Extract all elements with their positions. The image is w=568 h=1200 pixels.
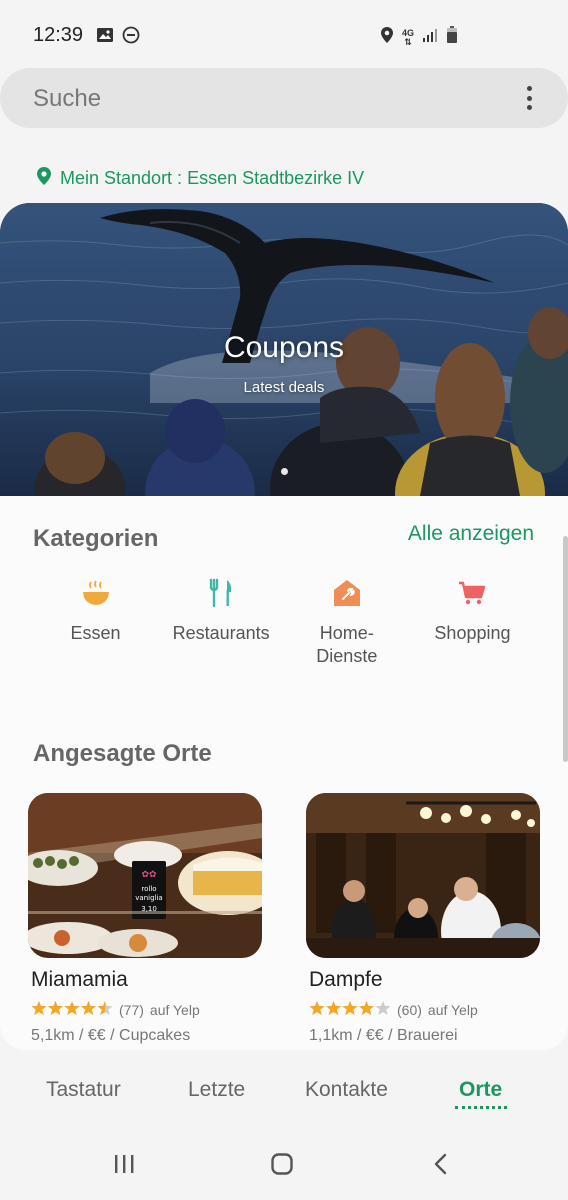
banner-title: Coupons [223, 331, 345, 364]
back-icon[interactable] [430, 1152, 454, 1181]
tab-tastatur[interactable]: Tastatur [46, 1078, 121, 1102]
current-location[interactable]: Mein Standort : Essen Stadtbezirke IV [36, 166, 364, 191]
location-label: Mein Standort : Essen Stadtbezirke IV [60, 168, 365, 188]
place-photo [306, 793, 540, 958]
place-rating: (60) auf Yelp [309, 1000, 540, 1019]
banner-subtitle: Latest deals [243, 379, 325, 396]
star-icon [375, 1001, 391, 1015]
star-icon [359, 1001, 374, 1015]
place-photo: ✿✿ rollo vaniglia 3,10 [28, 793, 262, 958]
see-all-link[interactable]: Alle anzeigen [408, 522, 534, 546]
category-label: Shopping [434, 623, 511, 643]
star-icon [342, 1001, 358, 1015]
search-bar[interactable]: Suche [0, 68, 568, 128]
star-icon [48, 1001, 63, 1015]
banner-page-indicator [281, 468, 288, 475]
fork-knife-icon [208, 576, 234, 610]
star-icon [309, 1001, 325, 1015]
search-input[interactable]: Suche [33, 85, 101, 113]
star-icon [31, 1001, 47, 1015]
status-bar: 12:39 4G ⇅ [0, 0, 568, 70]
home-repair-icon [332, 576, 362, 610]
review-count: (77) [119, 1001, 144, 1018]
do-not-disturb-icon [122, 26, 140, 49]
image-icon [96, 27, 114, 48]
trending-title: Angesagte Orte [33, 740, 212, 767]
home-icon[interactable] [270, 1152, 294, 1181]
scrollbar[interactable] [563, 536, 568, 762]
active-tab-indicator [455, 1106, 507, 1109]
category-shopping[interactable]: Shopping [410, 576, 535, 668]
star-icon [81, 1001, 96, 1015]
svg-text:rollo: rollo [141, 885, 156, 893]
location-pin-icon [36, 166, 52, 191]
place-name: Miamamia [31, 968, 128, 991]
star-rating [31, 1000, 113, 1019]
review-source: auf Yelp [427, 1001, 478, 1018]
signal-icon [422, 27, 438, 48]
status-time: 12:39 [33, 24, 84, 46]
category-essen[interactable]: Essen [33, 576, 158, 668]
content-card: Kategorien Alle anzeigen Essen Restauran… [0, 496, 568, 1050]
system-nav-bar [0, 1130, 568, 1200]
category-label: Essen [70, 623, 121, 643]
tab-letzte[interactable]: Letzte [188, 1078, 245, 1102]
tab-kontakte[interactable]: Kontakte [305, 1078, 388, 1102]
shopping-cart-icon [457, 576, 487, 610]
network-icon: 4G ⇅ [401, 27, 414, 47]
bottom-tabs: Tastatur Letzte Kontakte Orte [0, 1066, 568, 1118]
status-right-icons: 4G ⇅ [380, 26, 458, 49]
star-icon [64, 1001, 80, 1015]
category-label: Restaurants [172, 623, 270, 643]
svg-text:vaniglia: vaniglia [135, 894, 162, 902]
category-restaurants[interactable]: Restaurants [159, 576, 284, 668]
place-meta: 5,1km / €€ / Cupcakes [31, 1027, 191, 1044]
coupons-banner[interactable]: Coupons Latest deals [0, 203, 568, 496]
category-home-dienste[interactable]: Home- Dienste [284, 576, 409, 668]
place-card-miamamia[interactable]: ✿✿ rollo vaniglia 3,10 Miamamia (77) auf… [28, 793, 262, 1045]
svg-text:✿✿: ✿✿ [141, 870, 157, 880]
food-bowl-icon [81, 576, 111, 610]
network-type: 4G [401, 27, 414, 38]
tab-orte[interactable]: Orte [459, 1078, 502, 1102]
star-rating [309, 1000, 391, 1019]
more-options-icon[interactable] [526, 86, 532, 110]
category-label: Home- Dienste [316, 623, 378, 666]
categories-list: Essen Restaurants Home- Dienste Shopping [33, 576, 535, 668]
review-source: auf Yelp [149, 1001, 200, 1018]
star-icon [97, 1001, 113, 1015]
location-icon [380, 26, 394, 49]
review-count: (60) [397, 1001, 422, 1018]
battery-icon [446, 26, 458, 49]
place-name: Dampfe [309, 968, 383, 991]
star-icon [326, 1001, 341, 1015]
place-card-dampfe[interactable]: Dampfe (60) auf Yelp 1,1km / €€ / Brauer… [306, 793, 540, 1045]
status-left-icons [96, 26, 140, 49]
recent-apps-icon[interactable] [112, 1152, 136, 1181]
place-meta: 1,1km / €€ / Brauerei [309, 1027, 458, 1044]
categories-title: Kategorien [33, 525, 159, 552]
place-rating: (77) auf Yelp [31, 1000, 262, 1019]
